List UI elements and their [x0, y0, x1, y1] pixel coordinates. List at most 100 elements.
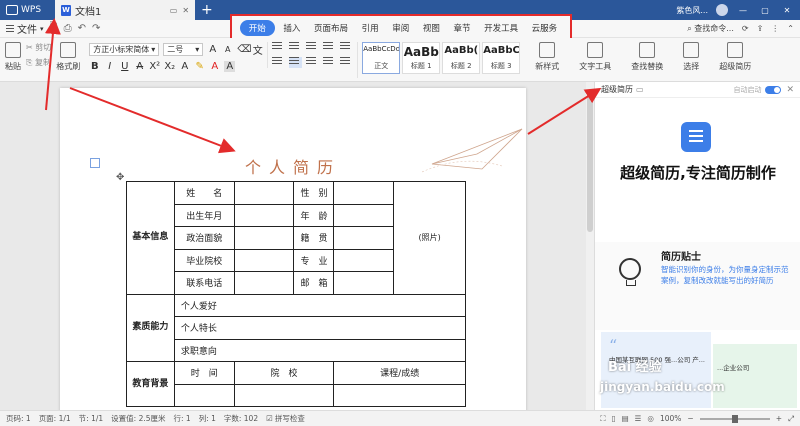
- justify-icon[interactable]: [323, 57, 336, 68]
- tab-cloud[interactable]: 云服务: [527, 21, 563, 35]
- section-basic[interactable]: 基本信息: [126, 181, 175, 295]
- select-button[interactable]: 选择: [678, 42, 704, 72]
- photo-cell[interactable]: (照片): [393, 181, 466, 295]
- tab-developer[interactable]: 开发工具: [479, 21, 523, 35]
- sort-icon[interactable]: [340, 42, 353, 53]
- search-command[interactable]: ⌕ 查找命令...: [687, 23, 734, 34]
- text-effect-icon[interactable]: A: [179, 61, 190, 72]
- tab-insert[interactable]: 插入: [278, 21, 305, 35]
- strikethrough-icon[interactable]: A: [134, 61, 145, 72]
- cell-empty[interactable]: [233, 383, 335, 407]
- cell-age-label[interactable]: 年 龄: [293, 203, 335, 227]
- new-tab-button[interactable]: +: [201, 2, 213, 18]
- cell-empty[interactable]: [173, 383, 235, 407]
- bullets-icon[interactable]: [272, 42, 285, 53]
- clear-format-icon[interactable]: ⌫: [237, 44, 251, 55]
- indent-icon[interactable]: [323, 42, 336, 53]
- avatar[interactable]: [716, 4, 728, 16]
- copy-button[interactable]: ⎘ 复制: [26, 57, 51, 68]
- cell-empty[interactable]: [333, 226, 395, 250]
- zoom-value[interactable]: 100%: [660, 414, 681, 423]
- vertical-scrollbar[interactable]: [586, 82, 594, 410]
- zoom-slider[interactable]: [699, 414, 770, 423]
- pinyin-icon[interactable]: 文: [252, 42, 263, 57]
- web-view-icon[interactable]: ◎: [647, 414, 654, 423]
- tab-page-layout[interactable]: 页面布局: [309, 21, 353, 35]
- super-resume-button[interactable]: 超级简历: [714, 42, 756, 72]
- cell-specialty-label[interactable]: 个人特长: [173, 316, 467, 340]
- subscript-icon[interactable]: X₂: [164, 61, 175, 72]
- grow-font-icon[interactable]: A: [207, 44, 218, 55]
- scrollbar-thumb[interactable]: [587, 92, 593, 232]
- zoom-out-icon[interactable]: −: [687, 414, 693, 423]
- align-right-icon[interactable]: [306, 57, 319, 68]
- highlight-icon[interactable]: ✎: [194, 61, 205, 72]
- status-pages[interactable]: 页面: 1/1: [39, 413, 71, 424]
- resume-title[interactable]: 个人简历: [60, 154, 526, 178]
- feedback-icon[interactable]: ▭: [636, 85, 644, 94]
- cell-major-label[interactable]: 专 业: [293, 248, 335, 272]
- redo-icon[interactable]: ↷: [92, 23, 100, 34]
- cell-name-label[interactable]: 姓 名: [173, 181, 235, 205]
- maximize-icon[interactable]: ▢: [758, 6, 772, 15]
- italic-icon[interactable]: I: [104, 61, 115, 72]
- char-shading-icon[interactable]: A: [224, 61, 236, 72]
- cell-empty[interactable]: [333, 248, 395, 272]
- style-heading-2[interactable]: AaBb( 标题 2: [442, 42, 481, 74]
- cell-birth-label[interactable]: 出生年月: [173, 203, 235, 227]
- sync-icon[interactable]: ⟳: [742, 24, 749, 33]
- file-menu[interactable]: 文件 ▾: [6, 21, 44, 36]
- zoom-in-icon[interactable]: +: [776, 414, 782, 423]
- tab-close-icon[interactable]: ✕: [182, 6, 189, 15]
- status-words[interactable]: 字数: 102: [224, 413, 258, 424]
- cell-native-label[interactable]: 籍 贯: [293, 226, 335, 250]
- underline-icon[interactable]: U: [119, 61, 130, 72]
- status-page[interactable]: 页码: 1: [6, 413, 31, 424]
- cell-empty[interactable]: [333, 181, 395, 205]
- line-spacing-icon[interactable]: [340, 57, 353, 68]
- tab-section[interactable]: 章节: [448, 21, 475, 35]
- cell-empty[interactable]: [233, 226, 295, 250]
- new-style-button[interactable]: 新样式: [530, 42, 564, 72]
- tab-review[interactable]: 审阅: [387, 21, 414, 35]
- cell-school-label[interactable]: 毕业院校: [173, 248, 235, 272]
- find-replace-button[interactable]: 查找替换: [626, 42, 668, 72]
- undo-icon[interactable]: ↶: [78, 23, 86, 34]
- skin-label[interactable]: 紫色风...: [676, 5, 708, 16]
- print-icon[interactable]: ⎙: [64, 23, 72, 34]
- resume-tips-card[interactable]: 简历贴士 智能识别你的身份，为你量身定制示范案例，复制改改就能写出的好简历: [595, 242, 800, 330]
- tab-restore-icon[interactable]: ▭: [170, 6, 178, 15]
- section-quality[interactable]: 素质能力: [126, 293, 175, 362]
- page-view-icon[interactable]: ▤: [622, 414, 629, 423]
- status-line[interactable]: 行: 1: [174, 413, 191, 424]
- more-icon[interactable]: ⋮: [771, 24, 779, 33]
- fit-icon[interactable]: ⛶: [600, 414, 605, 424]
- wps-logo[interactable]: WPS: [0, 0, 51, 20]
- cell-email-label[interactable]: 邮 箱: [293, 271, 335, 295]
- cell-edu-time-label[interactable]: 时 间: [173, 361, 235, 385]
- minimize-icon[interactable]: —: [736, 6, 750, 15]
- font-color-icon[interactable]: A: [209, 61, 220, 72]
- share-icon[interactable]: ⇪: [757, 24, 764, 33]
- outdent-icon[interactable]: [306, 42, 319, 53]
- fullscreen-icon[interactable]: ⤢: [788, 414, 794, 424]
- tab-view[interactable]: 视图: [418, 21, 445, 35]
- cell-hobby-label[interactable]: 个人爱好: [173, 293, 467, 317]
- close-icon[interactable]: ✕: [780, 6, 794, 15]
- tab-home[interactable]: 开始: [239, 20, 275, 36]
- save-icon[interactable]: 🗎: [50, 20, 58, 37]
- style-heading-3[interactable]: AaBbC 标题 3: [482, 42, 521, 74]
- paste-button[interactable]: 粘贴: [0, 42, 26, 72]
- template-card[interactable]: ...企业公司: [713, 344, 797, 408]
- cell-intention-label[interactable]: 求职意向: [173, 338, 467, 362]
- status-column[interactable]: 列: 1: [199, 413, 216, 424]
- cell-empty[interactable]: [333, 203, 395, 227]
- status-position[interactable]: 设置值: 2.5厘米: [111, 413, 165, 424]
- panel-close-icon[interactable]: ✕: [786, 85, 794, 95]
- cut-button[interactable]: ✂ 剪切: [26, 42, 51, 53]
- spell-check-toggle[interactable]: ☑ 拼写检查: [266, 413, 305, 424]
- format-painter-button[interactable]: 格式刷: [51, 42, 85, 72]
- style-heading-1[interactable]: AaBb 标题 1: [402, 42, 441, 74]
- cell-gender-label[interactable]: 性 别: [293, 181, 335, 205]
- document-page[interactable]: ✥ 个人简历 基本信息 姓 名 性 别 (照片) 出生年月 年 龄 政治面貌 籍…: [60, 88, 526, 410]
